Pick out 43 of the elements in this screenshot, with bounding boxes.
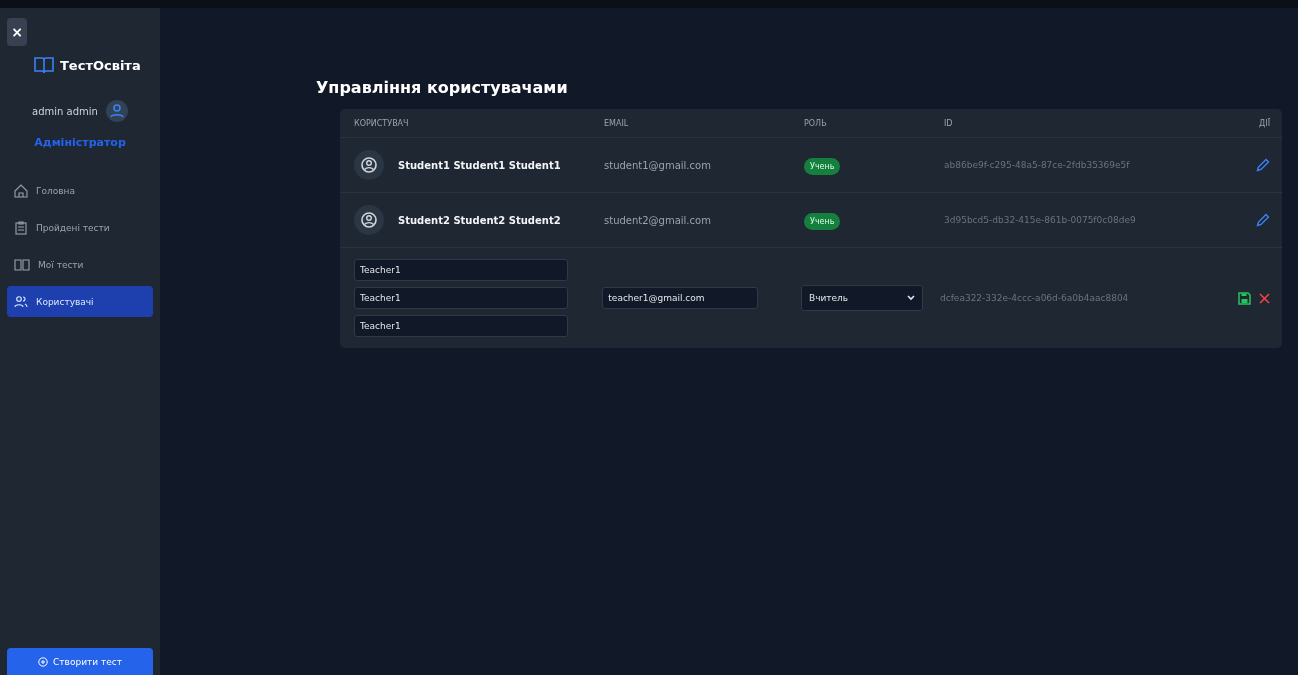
brand-name: ТестОсвіта [60, 57, 141, 73]
user-name-cell: Student2 Student2 Student2 [398, 214, 561, 226]
user-name-cell: Student1 Student1 Student1 [398, 159, 561, 171]
role-select[interactable]: Вчитель [800, 285, 923, 311]
chevron-down-icon [906, 295, 915, 301]
name-input-field[interactable]: Teacher1 [354, 259, 568, 281]
home-icon [14, 183, 28, 198]
save-icon[interactable] [1238, 291, 1251, 305]
nav-item[interactable]: Головна [7, 175, 153, 206]
id-cell-text: ab86be9f-c295-48a5-87ce-2fdb35369e5f [944, 160, 1131, 170]
user-avatar-icon [354, 205, 384, 235]
email-input-field[interactable]: teacher1@gmail.com [602, 287, 759, 309]
column-header: EMAIL [604, 118, 630, 128]
book-icon [14, 257, 30, 272]
plus-circle-icon [38, 656, 49, 667]
column-header: РОЛЬ [804, 118, 828, 128]
role-badge: Учень [804, 212, 841, 230]
id-cell-text: dcfea322-332e-4ccc-a06d-6a0b4aac8804 [940, 293, 1130, 303]
clipboard-icon [14, 220, 28, 235]
email-cell-text: student1@gmail.com [604, 159, 712, 171]
column-header: ДІЇ [1258, 118, 1270, 128]
email-cell-text: student2@gmail.com [604, 214, 712, 226]
nav-item[interactable]: Мої тести [7, 249, 153, 280]
book-icon [34, 56, 54, 74]
avatar-icon [105, 100, 128, 122]
edit-pencil-icon[interactable] [1256, 213, 1270, 227]
column-header: КОРИСТУВАЧ [354, 118, 410, 128]
id-cell-text: 3d95bcd5-db32-415e-861b-0075f0c08de9 [944, 215, 1137, 225]
nav-item[interactable]: Користувачі [7, 286, 153, 317]
nav-item[interactable]: Пройдені тести [7, 212, 153, 243]
role-badge: Учень [804, 157, 841, 175]
page-title: Управління користувачами [316, 78, 569, 97]
user-name: admin admin [32, 105, 98, 117]
column-header: ID [944, 118, 954, 128]
users-icon [14, 294, 28, 309]
close-icon[interactable] [1259, 292, 1270, 304]
create-test-button[interactable]: Створити тест [7, 648, 153, 675]
user-avatar-icon [354, 150, 384, 180]
name-input-field[interactable]: Teacher1 [354, 315, 568, 337]
user-role: Адміністратор [33, 136, 127, 149]
close-button[interactable]: × [7, 18, 27, 46]
edit-pencil-icon[interactable] [1256, 158, 1270, 172]
name-input-field[interactable]: Teacher1 [354, 287, 568, 309]
